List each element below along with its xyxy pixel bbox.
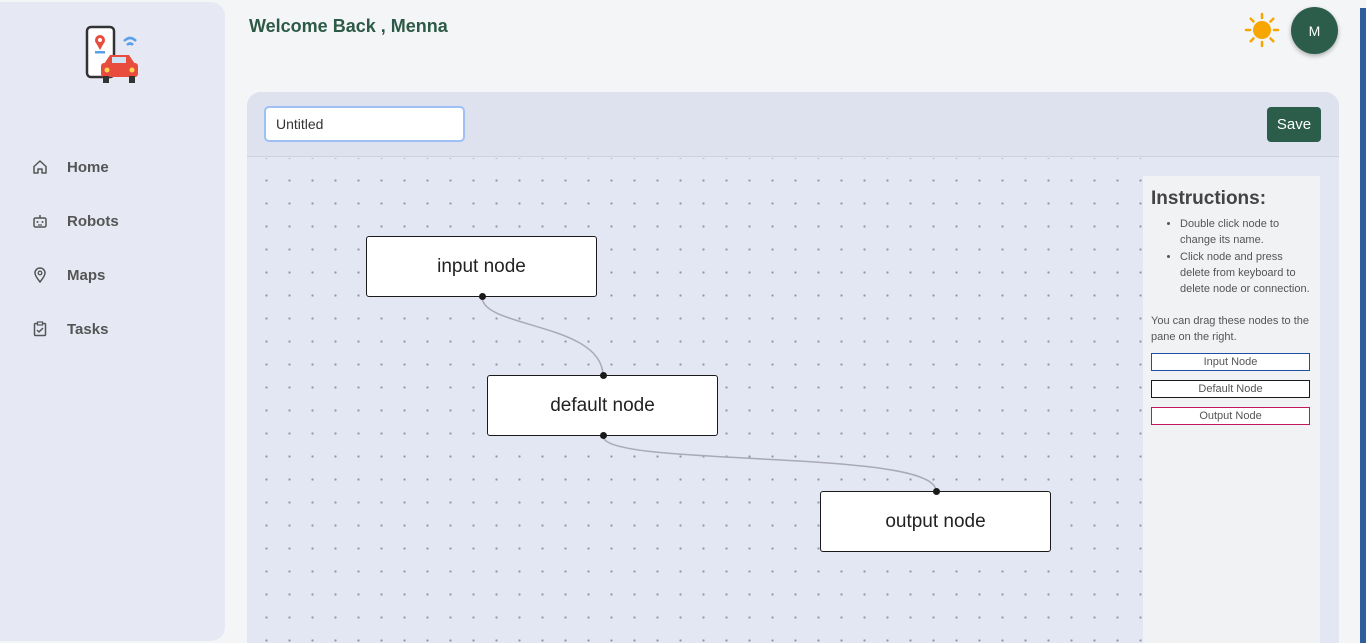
robot-icon (31, 212, 49, 230)
sidebar-item-home[interactable]: Home (31, 152, 201, 182)
clipboard-check-icon (31, 320, 49, 338)
flow-edge (481, 296, 604, 377)
drag-note: You can drag these nodes to the pane on … (1151, 315, 1309, 343)
flow-node-default[interactable]: default node (487, 372, 718, 439)
flow-edge (602, 435, 937, 492)
sidebar-item-tasks[interactable]: Tasks (31, 314, 201, 344)
home-icon (31, 158, 49, 176)
flow-node-input[interactable]: input node (366, 236, 597, 300)
node-source-handle[interactable] (600, 432, 607, 439)
node-label: output node (885, 510, 986, 532)
palette-input-node[interactable]: Input Node (1151, 353, 1310, 371)
node-target-handle[interactable] (933, 488, 940, 495)
palette-output-node[interactable]: Output Node (1151, 407, 1310, 425)
sidebar-item-label: Tasks (67, 320, 109, 338)
flow-editor-panel: Save input node default node output node… (247, 92, 1339, 643)
flow-title-input[interactable] (264, 106, 465, 142)
sidebar-nav: Home Robots Maps Tasks (31, 152, 201, 368)
palette-default-node[interactable]: Default Node (1151, 380, 1310, 398)
sun-icon[interactable] (1244, 12, 1280, 48)
instructions-title: Instructions: (1151, 188, 1267, 209)
instruction-item: Double click node to change its name. (1180, 216, 1312, 248)
editor-toolbar: Save (247, 92, 1339, 157)
flow-canvas[interactable]: input node default node output node (247, 158, 1143, 643)
node-label: default node (550, 394, 655, 416)
instructions-list: Double click node to change its name. Cl… (1180, 216, 1312, 297)
welcome-heading: Welcome Back , Menna (249, 16, 448, 36)
sidebar-item-label: Home (67, 158, 109, 176)
sidebar-item-label: Robots (67, 212, 119, 230)
sidebar-item-robots[interactable]: Robots (31, 206, 201, 236)
sidebar-item-maps[interactable]: Maps (31, 260, 201, 290)
scrollbar[interactable] (1360, 8, 1366, 643)
avatar[interactable]: M (1291, 7, 1338, 54)
app-logo[interactable] (84, 24, 140, 86)
save-button[interactable]: Save (1267, 107, 1321, 142)
node-label: input node (437, 255, 526, 277)
instructions-panel: Instructions: Double click node to chang… (1143, 176, 1320, 643)
node-target-handle[interactable] (600, 372, 607, 379)
map-pin-icon (31, 266, 49, 284)
node-source-handle[interactable] (479, 293, 486, 300)
flow-node-output[interactable]: output node (820, 488, 1051, 552)
sidebar: Home Robots Maps Tasks (0, 2, 225, 641)
instruction-item: Click node and press delete from keyboar… (1180, 249, 1312, 297)
sidebar-item-label: Maps (67, 266, 106, 284)
